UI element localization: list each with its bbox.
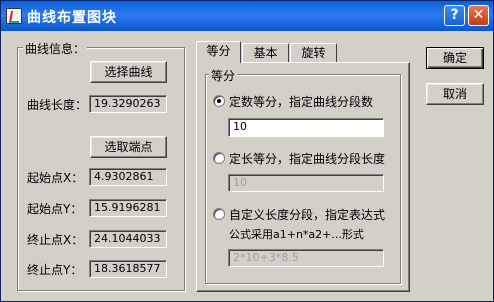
segment-length-input[interactable]: 10 — [228, 174, 384, 192]
start-y-field[interactable]: 15.9196281 — [89, 199, 167, 217]
dialog-window: 曲线布置图块 ? ✕ 曲线信息： 选择曲线 曲线长度： 19.3290263 选… — [0, 0, 494, 302]
end-y-field[interactable]: 18.3618577 — [89, 260, 167, 278]
option-custom-expression-radio[interactable] — [213, 208, 225, 220]
help-button[interactable]: ? — [444, 5, 465, 26]
select-curve-button[interactable]: 选择曲线 — [90, 61, 167, 83]
option-custom-expression-hint: 公式采用a1+n*a2+...形式 — [229, 228, 364, 241]
start-x-label: 起始点X： — [27, 171, 84, 185]
dialog-body: 曲线信息： 选择曲线 曲线长度： 19.3290263 选取端点 起始点X： 4… — [1, 31, 493, 301]
window-title: 曲线布置图块 — [27, 10, 117, 26]
option-fixed-count-label: 定数等分，指定曲线分段数 — [229, 95, 374, 109]
equal-division-legend: 等分 — [209, 67, 238, 84]
custom-expression-input[interactable]: 2*10+3*8.5 — [228, 249, 384, 267]
end-x-field[interactable]: 24.1044033 — [89, 230, 167, 248]
tab-equal-division[interactable]: 等分 — [196, 41, 241, 63]
close-button[interactable]: ✕ — [468, 5, 489, 26]
curve-length-field[interactable]: 19.3290263 — [89, 95, 167, 113]
title-bar[interactable]: 曲线布置图块 ? ✕ — [1, 1, 493, 31]
option-fixed-length-label: 定长等分，指定曲线分段长度 — [229, 152, 386, 166]
app-icon — [6, 8, 22, 24]
end-x-label: 终止点X： — [27, 233, 84, 247]
pick-endpoints-button[interactable]: 选取端点 — [90, 136, 167, 158]
option-custom-expression-label: 自定义长度分段，指定表达式 — [229, 208, 386, 222]
end-y-label: 终止点Y： — [27, 263, 83, 277]
curve-length-label: 曲线长度： — [27, 98, 88, 112]
ok-button[interactable]: 确定 — [426, 47, 484, 69]
option-fixed-count-radio[interactable] — [213, 95, 225, 107]
start-y-label: 起始点Y： — [27, 202, 83, 216]
tab-basic[interactable]: 基本 — [242, 43, 289, 62]
start-x-field[interactable]: 4.9302861 — [89, 168, 167, 186]
option-fixed-length-radio[interactable] — [213, 152, 225, 164]
tab-panel: 等分 定数等分，指定曲线分段数 10 定长等分，指定曲线分段长度 10 自定义长… — [196, 62, 410, 292]
radio-selected-dot — [217, 99, 221, 103]
segment-count-input[interactable]: 10 — [228, 118, 384, 137]
cancel-button[interactable]: 取消 — [426, 83, 484, 105]
tab-rotate[interactable]: 旋转 — [290, 43, 337, 62]
curve-info-legend: 曲线信息： — [23, 40, 88, 57]
